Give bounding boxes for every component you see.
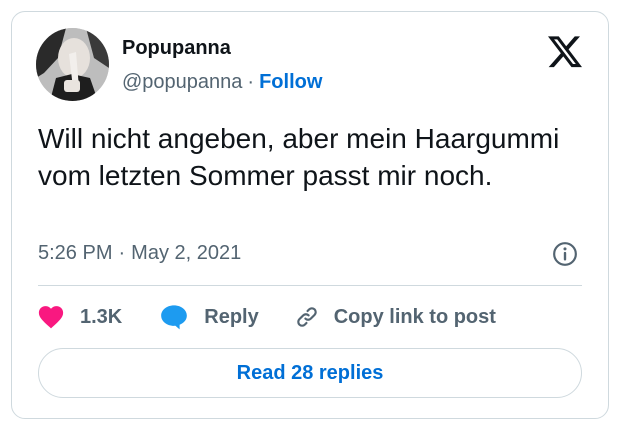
- x-logo-icon[interactable]: [548, 36, 582, 68]
- heart-icon: [38, 305, 64, 329]
- read-replies-button[interactable]: Read 28 replies: [38, 348, 582, 398]
- tweet-text: Will nicht angeben, aber mein Haargummi …: [38, 123, 560, 191]
- speech-bubble-icon: [160, 304, 188, 330]
- follow-link[interactable]: Follow: [259, 71, 322, 93]
- action-bar: 1.3K Reply Copy link to post: [38, 302, 496, 332]
- tweet-card: Popupanna @popupanna · Follow Will nicht a…: [11, 11, 609, 419]
- read-replies-label: Read 28 replies: [236, 361, 384, 384]
- timestamp-separator: ·: [118, 242, 126, 264]
- tweet-time: 5:26 PM: [38, 242, 113, 264]
- like-count: 1.3K: [80, 305, 123, 328]
- tweet-timestamp[interactable]: 5:26 PM · May 2, 2021: [38, 241, 241, 265]
- divider: [38, 285, 582, 286]
- copy-link-label: Copy link to post: [333, 305, 496, 328]
- link-icon: [294, 304, 320, 330]
- author-display-name[interactable]: Popupanna: [122, 36, 231, 60]
- tweet-date: May 2, 2021: [131, 242, 242, 264]
- reply-label: Reply: [204, 305, 259, 328]
- handle-separator: ·: [247, 71, 255, 93]
- avatar[interactable]: [36, 28, 109, 101]
- like-button[interactable]: 1.3K: [38, 305, 122, 329]
- author-handle[interactable]: @popupanna: [122, 71, 242, 93]
- author-handle-row: @popupanna · Follow: [122, 70, 322, 94]
- copy-link-button[interactable]: Copy link to post: [294, 304, 496, 330]
- info-icon[interactable]: [552, 241, 578, 267]
- reply-button[interactable]: Reply: [160, 304, 259, 330]
